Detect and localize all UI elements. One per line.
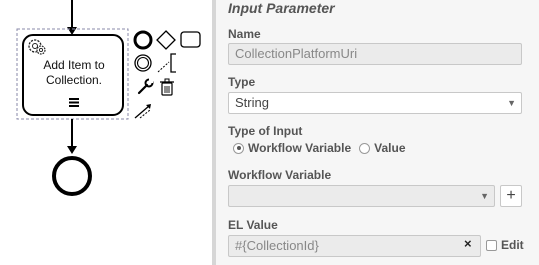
input-type-label: Type of Input (228, 124, 303, 138)
radio-value[interactable] (359, 142, 371, 154)
name-value: CollectionPlatformUri (235, 46, 358, 61)
type-select-value: String (235, 95, 269, 110)
bpmn-canvas[interactable]: Add Item to Collection. (0, 0, 212, 265)
section-title: Input Parameter (228, 0, 335, 16)
diagram-svg (16, 0, 201, 196)
radio-workflow-variable[interactable] (233, 142, 244, 154)
properties-panel: Input Parameter Name CollectionPlatformU… (216, 0, 539, 265)
end-event[interactable] (52, 156, 92, 196)
trash-icon[interactable] (160, 78, 174, 96)
type-select[interactable]: String ▼ (228, 92, 522, 114)
append-gateway-icon[interactable] (156, 30, 176, 50)
workflow-variable-select[interactable]: ▼ (228, 185, 495, 207)
task-label: Add Item to Collection. (26, 58, 122, 88)
edit-checkbox-label[interactable]: Edit (501, 238, 524, 252)
el-value-text: #{CollectionId} (235, 238, 319, 253)
add-variable-button[interactable]: + (500, 185, 522, 207)
name-field: CollectionPlatformUri (228, 43, 522, 65)
chevron-down-icon: ▼ (507, 98, 516, 108)
clear-icon[interactable]: × (464, 236, 472, 251)
edit-checkbox[interactable] (486, 240, 497, 251)
el-value-field[interactable]: #{CollectionId} (228, 235, 481, 257)
el-value-label: EL Value (228, 218, 278, 232)
multi-instance-marker (69, 98, 79, 107)
task-label-line1: Add Item to (43, 58, 105, 72)
task-label-line2: Collection. (45, 73, 103, 87)
outgoing-flow-arrowhead (67, 146, 77, 154)
incoming-flow-arrowhead (67, 27, 77, 35)
name-label: Name (228, 27, 261, 41)
append-end-event-icon[interactable] (133, 30, 153, 50)
wrench-icon[interactable] (137, 78, 154, 95)
input-type-radio-group: Workflow Variable Value (233, 141, 406, 155)
workflow-variable-label: Workflow Variable (228, 168, 332, 182)
append-task-icon[interactable] (180, 31, 201, 48)
radio-workflow-variable-label[interactable]: Workflow Variable (248, 141, 351, 155)
text-annotation-icon[interactable] (157, 53, 176, 73)
radio-value-label[interactable]: Value (374, 141, 405, 155)
chevron-down-icon: ▼ (480, 191, 489, 201)
type-label: Type (228, 75, 256, 89)
connect-arrow-icon[interactable] (134, 104, 151, 119)
